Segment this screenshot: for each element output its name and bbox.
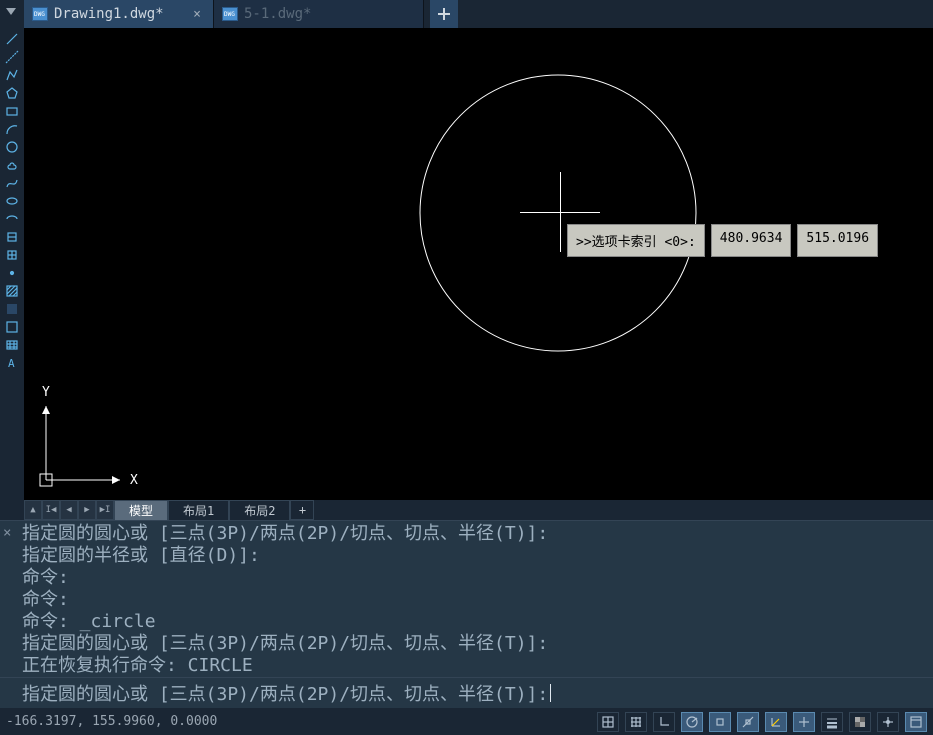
polar-toggle[interactable] bbox=[681, 712, 703, 732]
layout-nav-first-icon[interactable]: I◀ bbox=[42, 500, 60, 520]
layout-tab-layout1[interactable]: 布局1 bbox=[168, 500, 229, 520]
layout-nav-up-icon[interactable]: ▲ bbox=[24, 500, 42, 520]
dwg-file-icon bbox=[32, 7, 48, 21]
draw-tool-palette: A bbox=[0, 28, 24, 500]
ortho-toggle[interactable] bbox=[653, 712, 675, 732]
quick-properties-toggle[interactable] bbox=[905, 712, 927, 732]
command-prompt: 指定圆的圆心或 [三点(3P)/两点(2P)/切点、切点、半径(T)]: bbox=[22, 680, 548, 706]
dynamic-x-value[interactable]: 480.9634 bbox=[711, 224, 792, 257]
region-tool[interactable] bbox=[2, 318, 22, 336]
ellipse-tool[interactable] bbox=[2, 192, 22, 210]
command-history-line: 命令: _circle bbox=[22, 611, 933, 633]
revcloud-tool[interactable] bbox=[2, 156, 22, 174]
lineweight-toggle[interactable] bbox=[821, 712, 843, 732]
osnap-toggle[interactable] bbox=[709, 712, 731, 732]
spline-tool[interactable] bbox=[2, 174, 22, 192]
command-history-line: 命令: bbox=[22, 567, 933, 589]
status-coordinates[interactable]: -166.3197, 155.9960, 0.0000 bbox=[6, 714, 306, 729]
new-tab-button[interactable] bbox=[430, 0, 458, 28]
snap-grid-toggle[interactable] bbox=[597, 712, 619, 732]
file-tab-5-1[interactable]: 5-1.dwg* bbox=[214, 0, 424, 28]
otrack-toggle[interactable] bbox=[737, 712, 759, 732]
file-tab-label: 5-1.dwg* bbox=[244, 6, 415, 22]
command-history-line: 正在恢复执行命令: CIRCLE bbox=[22, 655, 933, 677]
command-input[interactable]: 指定圆的圆心或 [三点(3P)/两点(2P)/切点、切点、半径(T)]: bbox=[0, 677, 933, 708]
drawing-canvas[interactable]: >>选项卡索引 <0>: 480.9634 515.0196 X Y bbox=[24, 28, 933, 500]
hatch-tool[interactable] bbox=[2, 282, 22, 300]
line-tool[interactable] bbox=[2, 30, 22, 48]
construction-line-tool[interactable] bbox=[2, 48, 22, 66]
close-commandline-icon[interactable]: × bbox=[3, 525, 17, 539]
layout-tab-bar: ▲ I◀ ◀ ▶ ▶I 模型 布局1 布局2 + bbox=[0, 500, 933, 520]
dyn-input-toggle[interactable] bbox=[793, 712, 815, 732]
transparency-toggle[interactable] bbox=[849, 712, 871, 732]
command-history-line: 指定圆的圆心或 [三点(3P)/两点(2P)/切点、切点、半径(T)]: bbox=[22, 523, 933, 545]
command-history[interactable]: 指定圆的圆心或 [三点(3P)/两点(2P)/切点、切点、半径(T)]: 指定圆… bbox=[0, 521, 933, 677]
polyline-tool[interactable] bbox=[2, 66, 22, 84]
tab-list-dropdown-icon[interactable] bbox=[6, 8, 16, 15]
dwg-file-icon bbox=[222, 7, 238, 21]
selection-cycling-toggle[interactable] bbox=[877, 712, 899, 732]
layout-nav-prev-icon[interactable]: ◀ bbox=[60, 500, 78, 520]
dynamic-y-value[interactable]: 515.0196 bbox=[797, 224, 878, 257]
arc-tool[interactable] bbox=[2, 120, 22, 138]
ucs-y-label: Y bbox=[42, 385, 50, 400]
layout-nav-next-icon[interactable]: ▶ bbox=[78, 500, 96, 520]
point-tool[interactable] bbox=[2, 264, 22, 282]
command-history-line: 命令: bbox=[22, 589, 933, 611]
text-cursor-icon bbox=[550, 684, 551, 702]
mtext-tool[interactable]: A bbox=[2, 354, 22, 372]
command-history-line: 指定圆的圆心或 [三点(3P)/两点(2P)/切点、切点、半径(T)]: bbox=[22, 633, 933, 655]
plus-icon bbox=[438, 8, 450, 20]
document-tab-bar: Drawing1.dwg* × 5-1.dwg* bbox=[0, 0, 933, 28]
table-tool[interactable] bbox=[2, 336, 22, 354]
grid-display-toggle[interactable] bbox=[625, 712, 647, 732]
status-bar: -166.3197, 155.9960, 0.0000 bbox=[0, 708, 933, 735]
model-space-view bbox=[24, 28, 933, 500]
layout-tab-layout2[interactable]: 布局2 bbox=[229, 500, 290, 520]
gradient-tool[interactable] bbox=[2, 300, 22, 318]
close-tab-icon[interactable]: × bbox=[189, 7, 205, 22]
command-window: × 指定圆的圆心或 [三点(3P)/两点(2P)/切点、切点、半径(T)]: 指… bbox=[0, 520, 933, 708]
file-tab-label: Drawing1.dwg* bbox=[54, 6, 189, 22]
file-tab-drawing1[interactable]: Drawing1.dwg* × bbox=[24, 0, 214, 28]
layout-tab-add-button[interactable]: + bbox=[290, 500, 314, 520]
main-area: A >>选项卡索引 <0>: 480.9634 515.0196 X Y bbox=[0, 28, 933, 500]
layout-tab-model[interactable]: 模型 bbox=[114, 500, 168, 520]
layout-nav-last-icon[interactable]: ▶I bbox=[96, 500, 114, 520]
ucs-x-label: X bbox=[130, 473, 138, 488]
insert-block-tool[interactable] bbox=[2, 228, 22, 246]
svg-text:A: A bbox=[8, 357, 15, 370]
command-history-line: 指定圆的半径或 [直径(D)]: bbox=[22, 545, 933, 567]
circle-tool[interactable] bbox=[2, 138, 22, 156]
ucs-icon: X Y bbox=[32, 384, 142, 494]
make-block-tool[interactable] bbox=[2, 246, 22, 264]
rectangle-tool[interactable] bbox=[2, 102, 22, 120]
polygon-tool[interactable] bbox=[2, 84, 22, 102]
ellipse-arc-tool[interactable] bbox=[2, 210, 22, 228]
ducs-toggle[interactable] bbox=[765, 712, 787, 732]
dynamic-prompt[interactable]: >>选项卡索引 <0>: bbox=[567, 224, 705, 257]
dynamic-input: >>选项卡索引 <0>: 480.9634 515.0196 bbox=[567, 224, 878, 257]
